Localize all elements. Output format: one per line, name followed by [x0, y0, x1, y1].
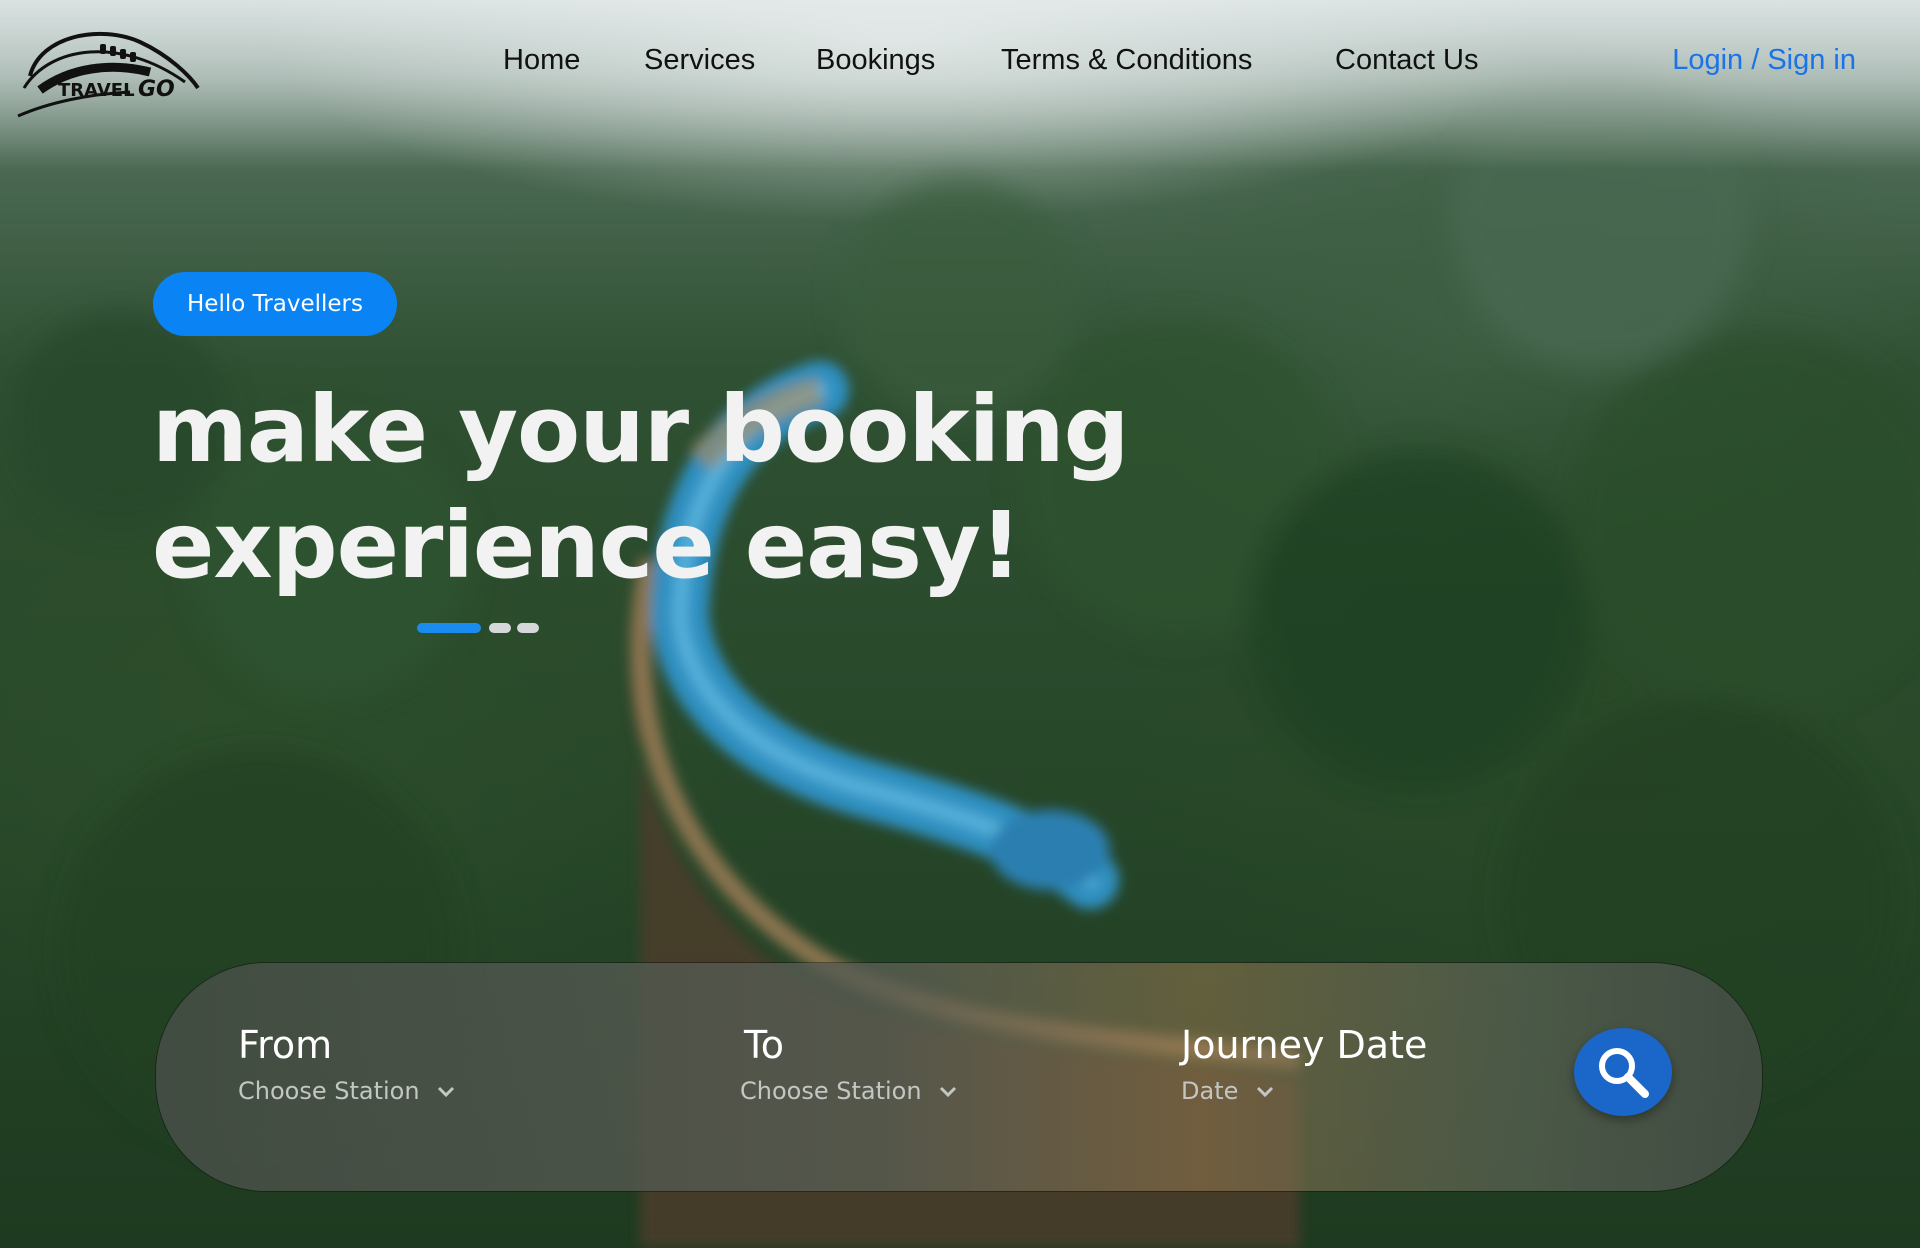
to-station-placeholder: Choose Station — [740, 1077, 922, 1105]
to-label: To — [744, 1023, 785, 1067]
chevron-down-icon — [1256, 1086, 1274, 1098]
chevron-down-icon — [438, 1086, 455, 1098]
journey-date-select[interactable]: Date — [1181, 1077, 1274, 1105]
from-label: From — [238, 1023, 333, 1067]
nav-item-terms-conditions[interactable]: Terms & Conditions — [1001, 44, 1252, 77]
nav-item-services[interactable]: Services — [644, 44, 755, 77]
journey-date-placeholder: Date — [1181, 1077, 1239, 1105]
hero-headline-line-1: make your booking — [152, 376, 1129, 483]
from-station-placeholder: Choose Station — [238, 1077, 420, 1105]
login-signin-link[interactable]: Login / Sign in — [1672, 44, 1856, 77]
nav-item-contact-us[interactable]: Contact Us — [1335, 44, 1478, 77]
slider-dot-1[interactable] — [417, 623, 481, 633]
hello-travellers-badge: Hello Travellers — [153, 272, 397, 336]
to-station-select[interactable]: Choose Station — [740, 1077, 957, 1105]
slider-dot-3[interactable] — [517, 623, 539, 633]
from-field[interactable]: From Choose Station — [238, 1023, 455, 1105]
journey-date-label: Journey Date — [1181, 1023, 1428, 1067]
search-icon — [1599, 1048, 1649, 1098]
journey-date-field[interactable]: Journey Date Date — [1181, 1023, 1427, 1105]
chevron-down-icon — [940, 1086, 957, 1098]
nav-item-home[interactable]: Home — [503, 44, 580, 77]
hero-headline-line-2: experience easy! — [152, 492, 1022, 599]
search-button[interactable] — [1574, 1028, 1672, 1116]
main-nav: Home Services Bookings Terms & Condition… — [0, 44, 1920, 84]
hero-headline: make your booking experience easy! — [152, 372, 1129, 604]
booking-search-bar: From Choose Station To Choose Station Jo… — [156, 963, 1762, 1191]
from-station-select[interactable]: Choose Station — [238, 1077, 455, 1105]
nav-item-bookings[interactable]: Bookings — [816, 44, 935, 77]
to-field[interactable]: To Choose Station — [740, 1023, 957, 1105]
slider-dot-2[interactable] — [489, 623, 511, 633]
